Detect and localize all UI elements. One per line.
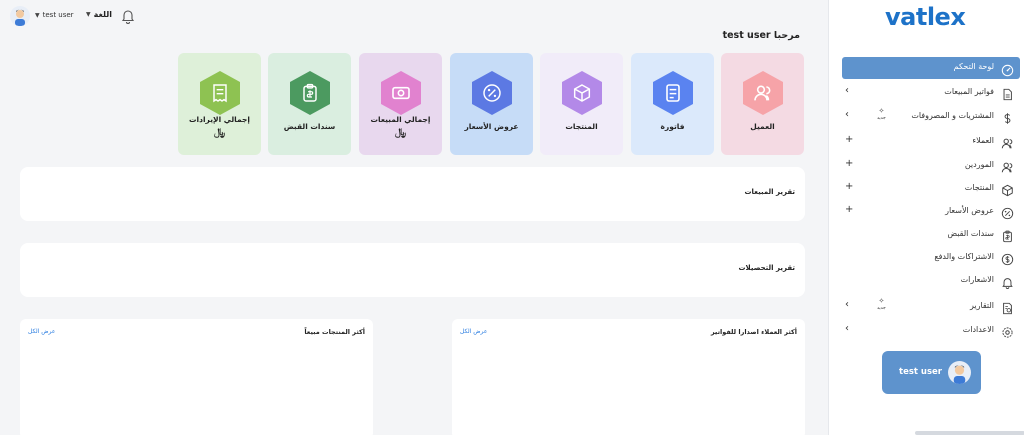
chevron-left-icon[interactable]: ‹ — [845, 85, 849, 96]
invoice-icon — [653, 71, 693, 115]
sidebar-item-label: عروض الأسعار — [945, 206, 994, 215]
summary-card[interactable]: المنتجات — [540, 53, 623, 155]
plus-icon[interactable]: + — [845, 134, 853, 145]
plus-icon[interactable]: + — [845, 158, 853, 169]
view-all-link[interactable]: عرض الكل — [460, 328, 487, 335]
sidebar-item[interactable]: المنتجات + — [842, 179, 1020, 199]
clipboard-icon — [1001, 228, 1014, 243]
box-icon — [1001, 182, 1014, 197]
gear-icon — [1001, 324, 1014, 338]
scrollbar[interactable] — [915, 431, 1024, 435]
summary-card[interactable]: إجمالي الإيرادات ﷼ — [178, 53, 261, 155]
report-icon — [1001, 300, 1014, 315]
logo: vatlex — [885, 3, 966, 31]
bell-icon[interactable] — [121, 8, 135, 24]
sidebar-item[interactable]: سندات القبض — [842, 225, 1020, 245]
box-icon — [562, 71, 602, 115]
sidebar-item[interactable]: الاعدادات ‹ — [842, 321, 1020, 341]
collections-report-panel: تقرير التحصيلات — [20, 243, 805, 297]
dollar-icon — [1001, 110, 1014, 124]
collections-report-title: تقرير التحصيلات — [738, 264, 795, 272]
top-customers-title: أكثر العملاء اصدارا للفواتير — [710, 328, 797, 336]
sidebar-item[interactable]: المشتريات و المصروفات ‹ ✧ جديد — [842, 107, 1020, 127]
currency-symbol: ﷼ — [213, 127, 226, 138]
summary-card-label: فاتورة — [660, 122, 685, 131]
summary-card-label: المنتجات — [565, 122, 598, 131]
chevron-left-icon[interactable]: ‹ — [845, 299, 849, 310]
sidebar-item-label: الاشتراكات والدفع — [934, 252, 994, 261]
greeting-text: مرحبا test user — [722, 30, 800, 41]
chevron-left-icon[interactable]: ‹ — [845, 323, 849, 334]
sidebar-item[interactable]: العملاء + — [842, 132, 1020, 152]
chevron-down-icon: ▼ — [86, 11, 91, 18]
new-badge: جديد — [877, 116, 886, 121]
sidebar-item-label: الموردين — [964, 160, 994, 169]
sidebar-item[interactable]: عروض الأسعار + — [842, 202, 1020, 222]
sidebar-item-label: الاعدادات — [962, 325, 994, 334]
language-label: اللغة — [93, 10, 113, 19]
avatar-icon — [948, 361, 971, 384]
users-icon — [743, 71, 783, 115]
sidebar-item[interactable]: الاشتراكات والدفع — [842, 248, 1020, 268]
summary-card-label: إجمالي الإيرادات — [189, 115, 250, 124]
sidebar-item[interactable]: الاشعارات — [842, 271, 1020, 291]
language-menu[interactable]: ▼ اللغة — [86, 10, 112, 19]
top-customers-box: أكثر العملاء اصدارا للفواتير عرض الكل — [452, 319, 805, 435]
summary-card[interactable]: سندات القبض — [268, 53, 351, 155]
bell-icon — [1001, 274, 1014, 289]
plus-icon[interactable]: + — [845, 204, 853, 215]
money-icon — [381, 71, 421, 115]
sidebar-item-label: المنتجات — [964, 183, 994, 192]
sidebar-item-label: الاشعارات — [960, 275, 994, 284]
sidebar-item[interactable]: التقارير ‹ ✧ جديد — [842, 297, 1020, 317]
summary-card-label: عروض الأسعار — [464, 122, 519, 131]
dashboard-icon — [1001, 62, 1014, 77]
coin-icon — [1001, 251, 1014, 266]
summary-card-label: سندات القبض — [283, 122, 336, 131]
currency-symbol: ﷼ — [394, 127, 407, 138]
new-badge: جديد — [877, 306, 886, 311]
percent-icon — [472, 71, 512, 115]
summary-card[interactable]: إجمالي المبيعات ﷼ — [359, 53, 442, 155]
chevron-left-icon[interactable]: ‹ — [845, 109, 849, 120]
top-products-title: أكثر المنتجات مبيعاً — [304, 328, 365, 336]
sidebar-item-label: العملاء — [972, 136, 994, 145]
summary-card[interactable]: فاتورة — [631, 53, 714, 155]
sidebar-item[interactable]: لوحة التحكم — [842, 57, 1020, 79]
summary-card[interactable]: عروض الأسعار — [450, 53, 533, 155]
percent-icon — [1001, 205, 1014, 220]
plus-icon[interactable]: + — [845, 181, 853, 192]
user-profile-label: test user — [899, 367, 942, 377]
user-profile-button[interactable]: test user — [882, 351, 981, 394]
file-icon — [1001, 86, 1014, 101]
sidebar-item-label: لوحة التحكم — [953, 62, 994, 71]
user-name: test user — [42, 11, 74, 19]
summary-card-label: إجمالي المبيعات — [370, 115, 431, 124]
sparkle-icon: ✧ جديد — [877, 297, 886, 312]
top-products-box: أكثر المنتجات مبيعاً عرض الكل — [20, 319, 373, 435]
view-all-link[interactable]: عرض الكل — [28, 328, 55, 335]
sales-report-title: تقرير المبيعات — [744, 188, 796, 196]
sparkle-icon: ✧ جديد — [877, 107, 886, 122]
summary-card-label: العميل — [750, 122, 775, 131]
users-icon — [1001, 135, 1014, 149]
clipboard-icon — [290, 71, 330, 115]
sidebar-item[interactable]: الموردين + — [842, 156, 1020, 176]
sidebar-item-label: التقارير — [969, 301, 994, 310]
receipt-icon — [200, 71, 240, 115]
users-icon — [1001, 159, 1014, 173]
user-menu[interactable]: ▼ test user — [35, 11, 74, 19]
sidebar-item[interactable]: فواتير المبيعات ‹ — [842, 83, 1020, 103]
chevron-down-icon: ▼ — [35, 11, 40, 19]
sidebar-item-label: سندات القبض — [947, 229, 994, 238]
sidebar-item-label: فواتير المبيعات — [944, 87, 994, 96]
summary-card[interactable]: العميل — [721, 53, 804, 155]
sidebar-item-label: المشتريات و المصروفات — [911, 111, 994, 120]
sales-report-panel: تقرير المبيعات — [20, 167, 805, 221]
sidebar: vatlex لوحة التحكم فواتير المبيعات ‹ المشتر… — [828, 0, 1024, 435]
avatar-icon[interactable] — [10, 6, 30, 26]
top-bar: ▼ test user ▼ اللغة — [0, 0, 828, 32]
